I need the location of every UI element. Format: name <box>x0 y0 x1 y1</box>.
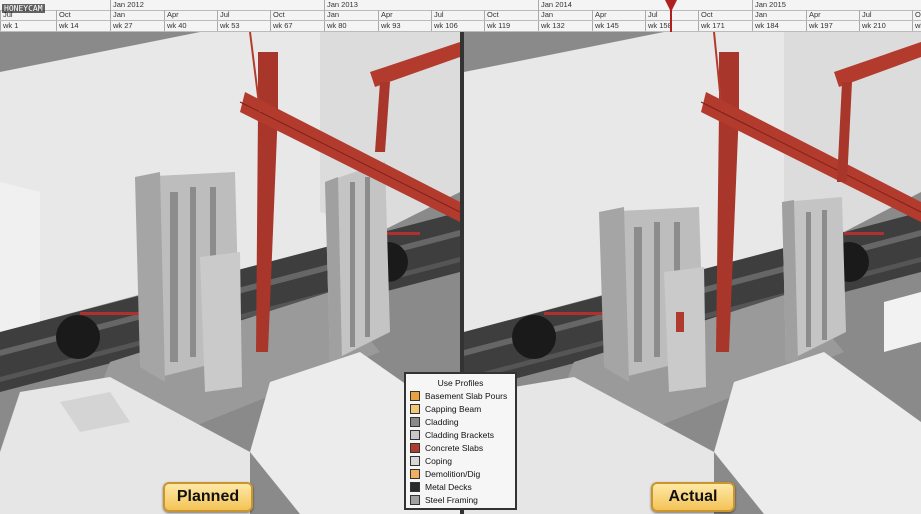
timeline-month-label: Jan <box>752 10 806 20</box>
timeline-month-label: Oct <box>56 10 110 20</box>
legend-item: Coping <box>406 454 515 467</box>
timeline-weeks-row: wk 1 wk 14 wk 27 wk 40 wk 53 wk 67 wk 80 wk 93 w… <box>0 21 921 32</box>
timeline-week-label: wk 27 <box>110 21 164 31</box>
legend-item: Concrete Slabs <box>406 442 515 455</box>
legend-item-label: Steel Framing <box>425 494 478 505</box>
planned-label: Planned <box>163 482 253 512</box>
timeline-months-row: Jul Oct Jan Apr Jul Oct Jan Apr Jul Oct Jan Apr Jul O… <box>0 10 921 21</box>
legend-item: Capping Beam <box>406 403 515 416</box>
timeline-week-label: wk 145 <box>592 21 645 31</box>
legend-swatch <box>410 430 420 441</box>
legend-item-label: Cladding <box>425 417 459 428</box>
legend-item: Cladding <box>406 416 515 429</box>
planned-viewport[interactable] <box>0 32 460 514</box>
timeline-year-label: Jan 2013 <box>324 0 538 10</box>
legend-swatch <box>410 455 420 466</box>
timeline-month-label: Oct <box>484 10 538 20</box>
timeline-month-label: Apr <box>378 10 431 20</box>
timeline-ruler[interactable]: Jan 2012 Jan 2013 Jan 2014 Jan 2015 Jul Oct J… <box>0 0 921 33</box>
timeline-week-label: wk 171 <box>698 21 752 31</box>
timeline-year-label: Jan 2012 <box>110 0 324 10</box>
timeline-week-label: wk 53 <box>217 21 270 31</box>
timeline-month-label: Jan <box>110 10 164 20</box>
legend-item: Steel Framing <box>406 493 515 506</box>
legend-item-label: Cladding Brackets <box>425 430 494 441</box>
timeline-month-label: Oct <box>270 10 324 20</box>
timeline-year-label: Jan 2014 <box>538 0 752 10</box>
legend-item-label: Demolition/Dig <box>425 468 481 479</box>
timeline-week-label: wk 119 <box>484 21 538 31</box>
legend-item: Basement Slab Pours <box>406 390 515 403</box>
timeline-week-label: wk 184 <box>752 21 806 31</box>
timeline-week-label: wk 223 <box>912 21 921 31</box>
timeline-week-label: wk 197 <box>806 21 859 31</box>
timeline-month-label: Apr <box>592 10 645 20</box>
timeline-month-label: Oct <box>698 10 752 20</box>
timeline-month-label: Jul <box>431 10 484 20</box>
legend-item-label: Basement Slab Pours <box>425 391 508 402</box>
legend-swatch <box>410 443 420 453</box>
legend-swatch <box>410 494 420 505</box>
legend-title: Use Profiles <box>437 378 484 388</box>
timeline-playhead-marker[interactable] <box>665 0 677 12</box>
legend-swatch <box>410 481 420 492</box>
timeline-month-label: Apr <box>164 10 217 20</box>
timeline-month-label: Jan <box>538 10 592 20</box>
timeline-year-label: Jan 2015 <box>752 0 921 10</box>
timeline-week-label: wk 14 <box>56 21 110 31</box>
legend-item: Cladding Brackets <box>406 429 515 442</box>
legend-item: Metal Decks <box>406 480 515 493</box>
planned-scene <box>0 32 460 514</box>
use-profiles-legend: Use Profiles Basement Slab Pours Capping … <box>404 372 517 510</box>
timeline-month-label: Jul <box>217 10 270 20</box>
timeline-week-label: wk 210 <box>859 21 912 31</box>
legend-swatch <box>410 468 420 479</box>
legend-swatch <box>410 417 420 428</box>
timeline-week-label: wk 93 <box>378 21 431 31</box>
timeline-week-label: wk 132 <box>538 21 592 31</box>
actual-scene <box>464 32 921 514</box>
legend-swatch <box>410 391 420 402</box>
timeline-month-label: Jul <box>859 10 912 20</box>
timeline-month-label: Jan <box>324 10 378 20</box>
timeline-month-label: Apr <box>806 10 859 20</box>
timeline-week-label: wk 67 <box>270 21 324 31</box>
legend-item-label: Concrete Slabs <box>425 443 484 453</box>
legend-items: Basement Slab Pours Capping Beam Cladding C… <box>406 390 515 506</box>
timeline-month-label: Oct <box>912 10 921 20</box>
actual-label: Actual <box>651 482 735 512</box>
timeline-week-label: wk 106 <box>431 21 484 31</box>
legend-item-label: Capping Beam <box>425 404 482 415</box>
legend-item: Demolition/Dig <box>406 467 515 480</box>
timeline-week-label: wk 1 <box>0 21 56 31</box>
watermark: HONEYCAM <box>2 4 45 13</box>
legend-item-label: Coping <box>425 455 452 466</box>
actual-viewport[interactable] <box>464 32 921 514</box>
timeline-week-label: wk 40 <box>164 21 217 31</box>
legend-swatch <box>410 404 420 415</box>
legend-item-label: Metal Decks <box>425 481 472 492</box>
timeline-week-label: wk 80 <box>324 21 378 31</box>
